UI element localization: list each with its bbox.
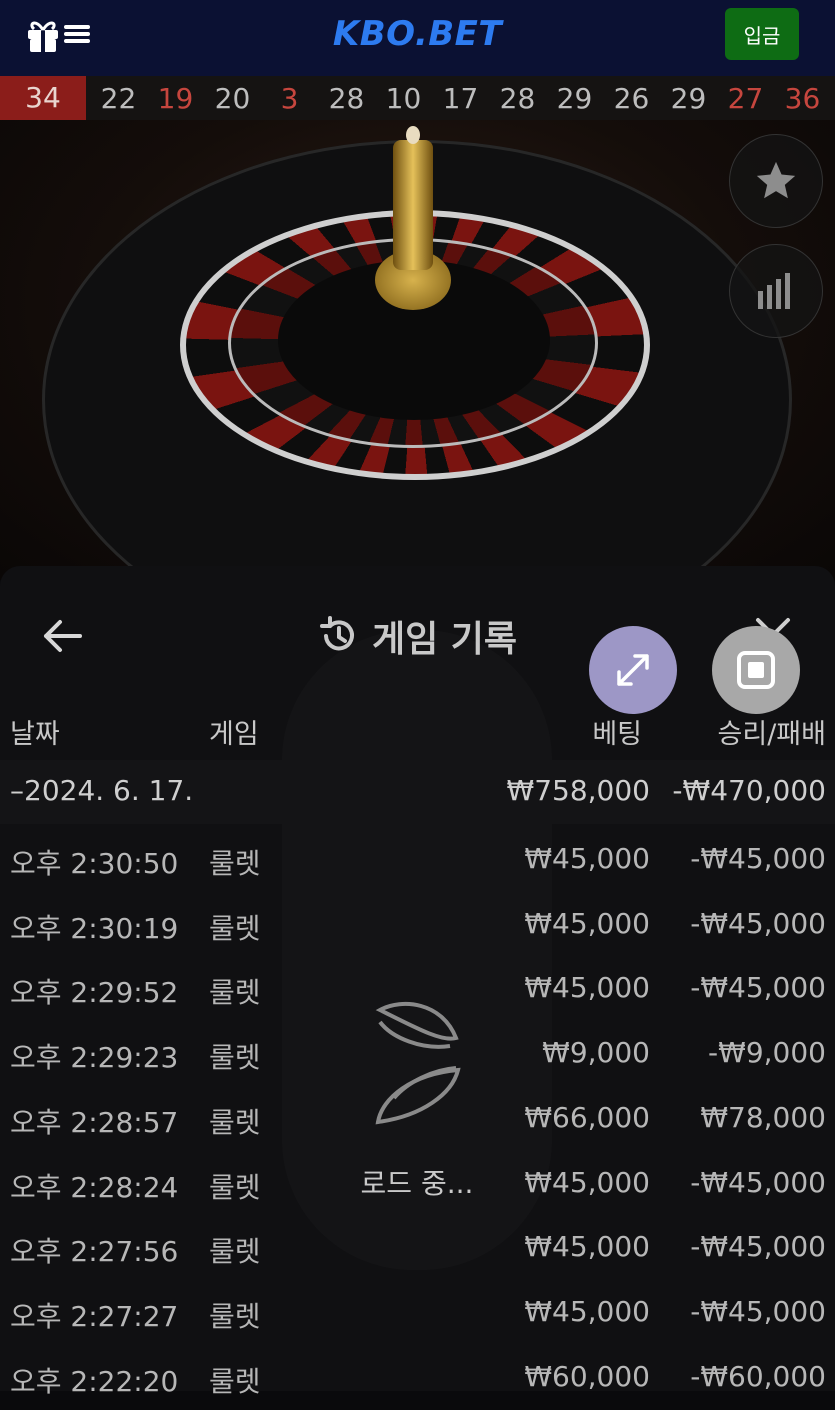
- stop-icon: [737, 651, 775, 689]
- row-time: 오후 2:28:57: [10, 1105, 179, 1139]
- loading-text: 로드 중...: [360, 1167, 474, 1200]
- row-game: 룰렛: [209, 976, 261, 1010]
- recent-number: 28: [499, 81, 536, 115]
- row-time: 오후 2:29:52: [10, 976, 179, 1010]
- history-row[interactable]: 오후 2:22:20 룰렛 ₩60,000 -₩60,000: [0, 1346, 835, 1410]
- row-game: 룰렛: [209, 847, 261, 880]
- row-game: 룰렛: [209, 1170, 261, 1204]
- history-row[interactable]: 오후 2:27:27 룰렛 ₩45,000 -₩45,000: [0, 1281, 835, 1345]
- row-bet: ₩45,000: [524, 842, 650, 875]
- site-logo[interactable]: KBO.BET: [0, 14, 835, 54]
- row-time: 오후 2:30:50: [10, 847, 179, 880]
- column-game: 게임: [209, 719, 259, 750]
- column-bet: 베팅: [592, 719, 642, 750]
- row-time: 오후 2:27:27: [10, 1299, 179, 1333]
- recent-number: 17: [442, 81, 479, 115]
- row-result: -₩60,000: [690, 1359, 826, 1393]
- row-time: 오후 2:27:56: [10, 1235, 179, 1269]
- row-game: 룰렛: [209, 1235, 261, 1269]
- recent-number: 29: [556, 81, 593, 115]
- row-bet: ₩45,000: [524, 1230, 650, 1264]
- row-game: 룰렛: [209, 1041, 261, 1075]
- row-game: 룰렛: [209, 911, 261, 945]
- history-row[interactable]: 오후 2:30:19 룰렛 ₩45,000 -₩45,000: [0, 893, 835, 957]
- date-group-result: -₩470,000: [672, 774, 826, 807]
- recent-numbers-bar: 34 22 19 20 3 28 10 17 28 29 26 29 27 36: [0, 76, 835, 120]
- stop-button[interactable]: [712, 626, 800, 714]
- star-icon: [756, 161, 796, 199]
- history-row[interactable]: 오후 2:30:50 룰렛 ₩45,000 -₩45,000: [0, 828, 835, 892]
- recent-number: 3: [280, 81, 299, 115]
- expand-icon: [617, 654, 649, 686]
- column-date: 날짜: [10, 719, 60, 750]
- row-result: -₩45,000: [690, 1165, 826, 1199]
- row-result: -₩9,000: [708, 1036, 826, 1070]
- row-result: -₩45,000: [690, 1230, 826, 1264]
- stats-icon: [758, 273, 790, 309]
- recent-number: 27: [727, 81, 764, 115]
- recent-number: 36: [784, 81, 821, 115]
- row-time: 오후 2:29:23: [10, 1041, 179, 1075]
- favorite-button[interactable]: [729, 134, 823, 228]
- top-bar: KBO.BET 입금: [0, 0, 835, 76]
- recent-number: 26: [613, 81, 650, 115]
- row-result: -₩45,000: [690, 842, 826, 875]
- date-group-row[interactable]: –2024. 6. 17. ₩758,000 -₩470,000: [0, 760, 835, 824]
- statistics-button[interactable]: [729, 244, 823, 338]
- recent-number: 20: [214, 81, 251, 115]
- recent-number: 28: [328, 81, 365, 115]
- deposit-button[interactable]: 입금: [725, 8, 799, 60]
- date-group-date: –2024. 6. 17.: [10, 774, 194, 807]
- row-bet: ₩66,000: [524, 1100, 650, 1134]
- recent-number: 19: [157, 81, 194, 115]
- row-game: 룰렛: [209, 1364, 261, 1398]
- row-result: -₩45,000: [690, 1294, 826, 1328]
- row-game: 룰렛: [209, 1105, 261, 1139]
- row-game: 룰렛: [209, 1299, 261, 1333]
- row-time: 오후 2:22:20: [10, 1364, 179, 1398]
- row-bet: ₩60,000: [524, 1359, 650, 1393]
- row-bet: ₩9,000: [542, 1036, 650, 1070]
- wheel-turret: [393, 140, 433, 270]
- history-row[interactable]: 오후 2:27:56 룰렛 ₩45,000 -₩45,000: [0, 1216, 835, 1280]
- recent-number: 22: [100, 81, 137, 115]
- row-result: ₩78,000: [700, 1100, 826, 1134]
- row-time: 오후 2:30:19: [10, 911, 179, 945]
- history-table-header: 날짜 게임 베팅 승리/패배: [0, 706, 835, 752]
- column-result: 승리/패배: [717, 719, 826, 750]
- roulette-ball: [406, 126, 420, 144]
- loading-spinner-icon: [375, 1002, 461, 1125]
- row-time: 오후 2:28:24: [10, 1170, 179, 1204]
- row-bet: ₩45,000: [524, 1294, 650, 1328]
- recent-number: 10: [385, 81, 422, 115]
- expand-button[interactable]: [589, 626, 677, 714]
- row-bet: ₩45,000: [524, 971, 650, 1005]
- roulette-live-video: [0, 120, 835, 580]
- recent-number-latest: 34: [0, 76, 86, 120]
- row-result: -₩45,000: [690, 906, 826, 940]
- row-bet: ₩45,000: [524, 906, 650, 940]
- row-result: -₩45,000: [690, 971, 826, 1005]
- date-group-bet: ₩758,000: [506, 774, 650, 807]
- recent-number: 29: [670, 81, 707, 115]
